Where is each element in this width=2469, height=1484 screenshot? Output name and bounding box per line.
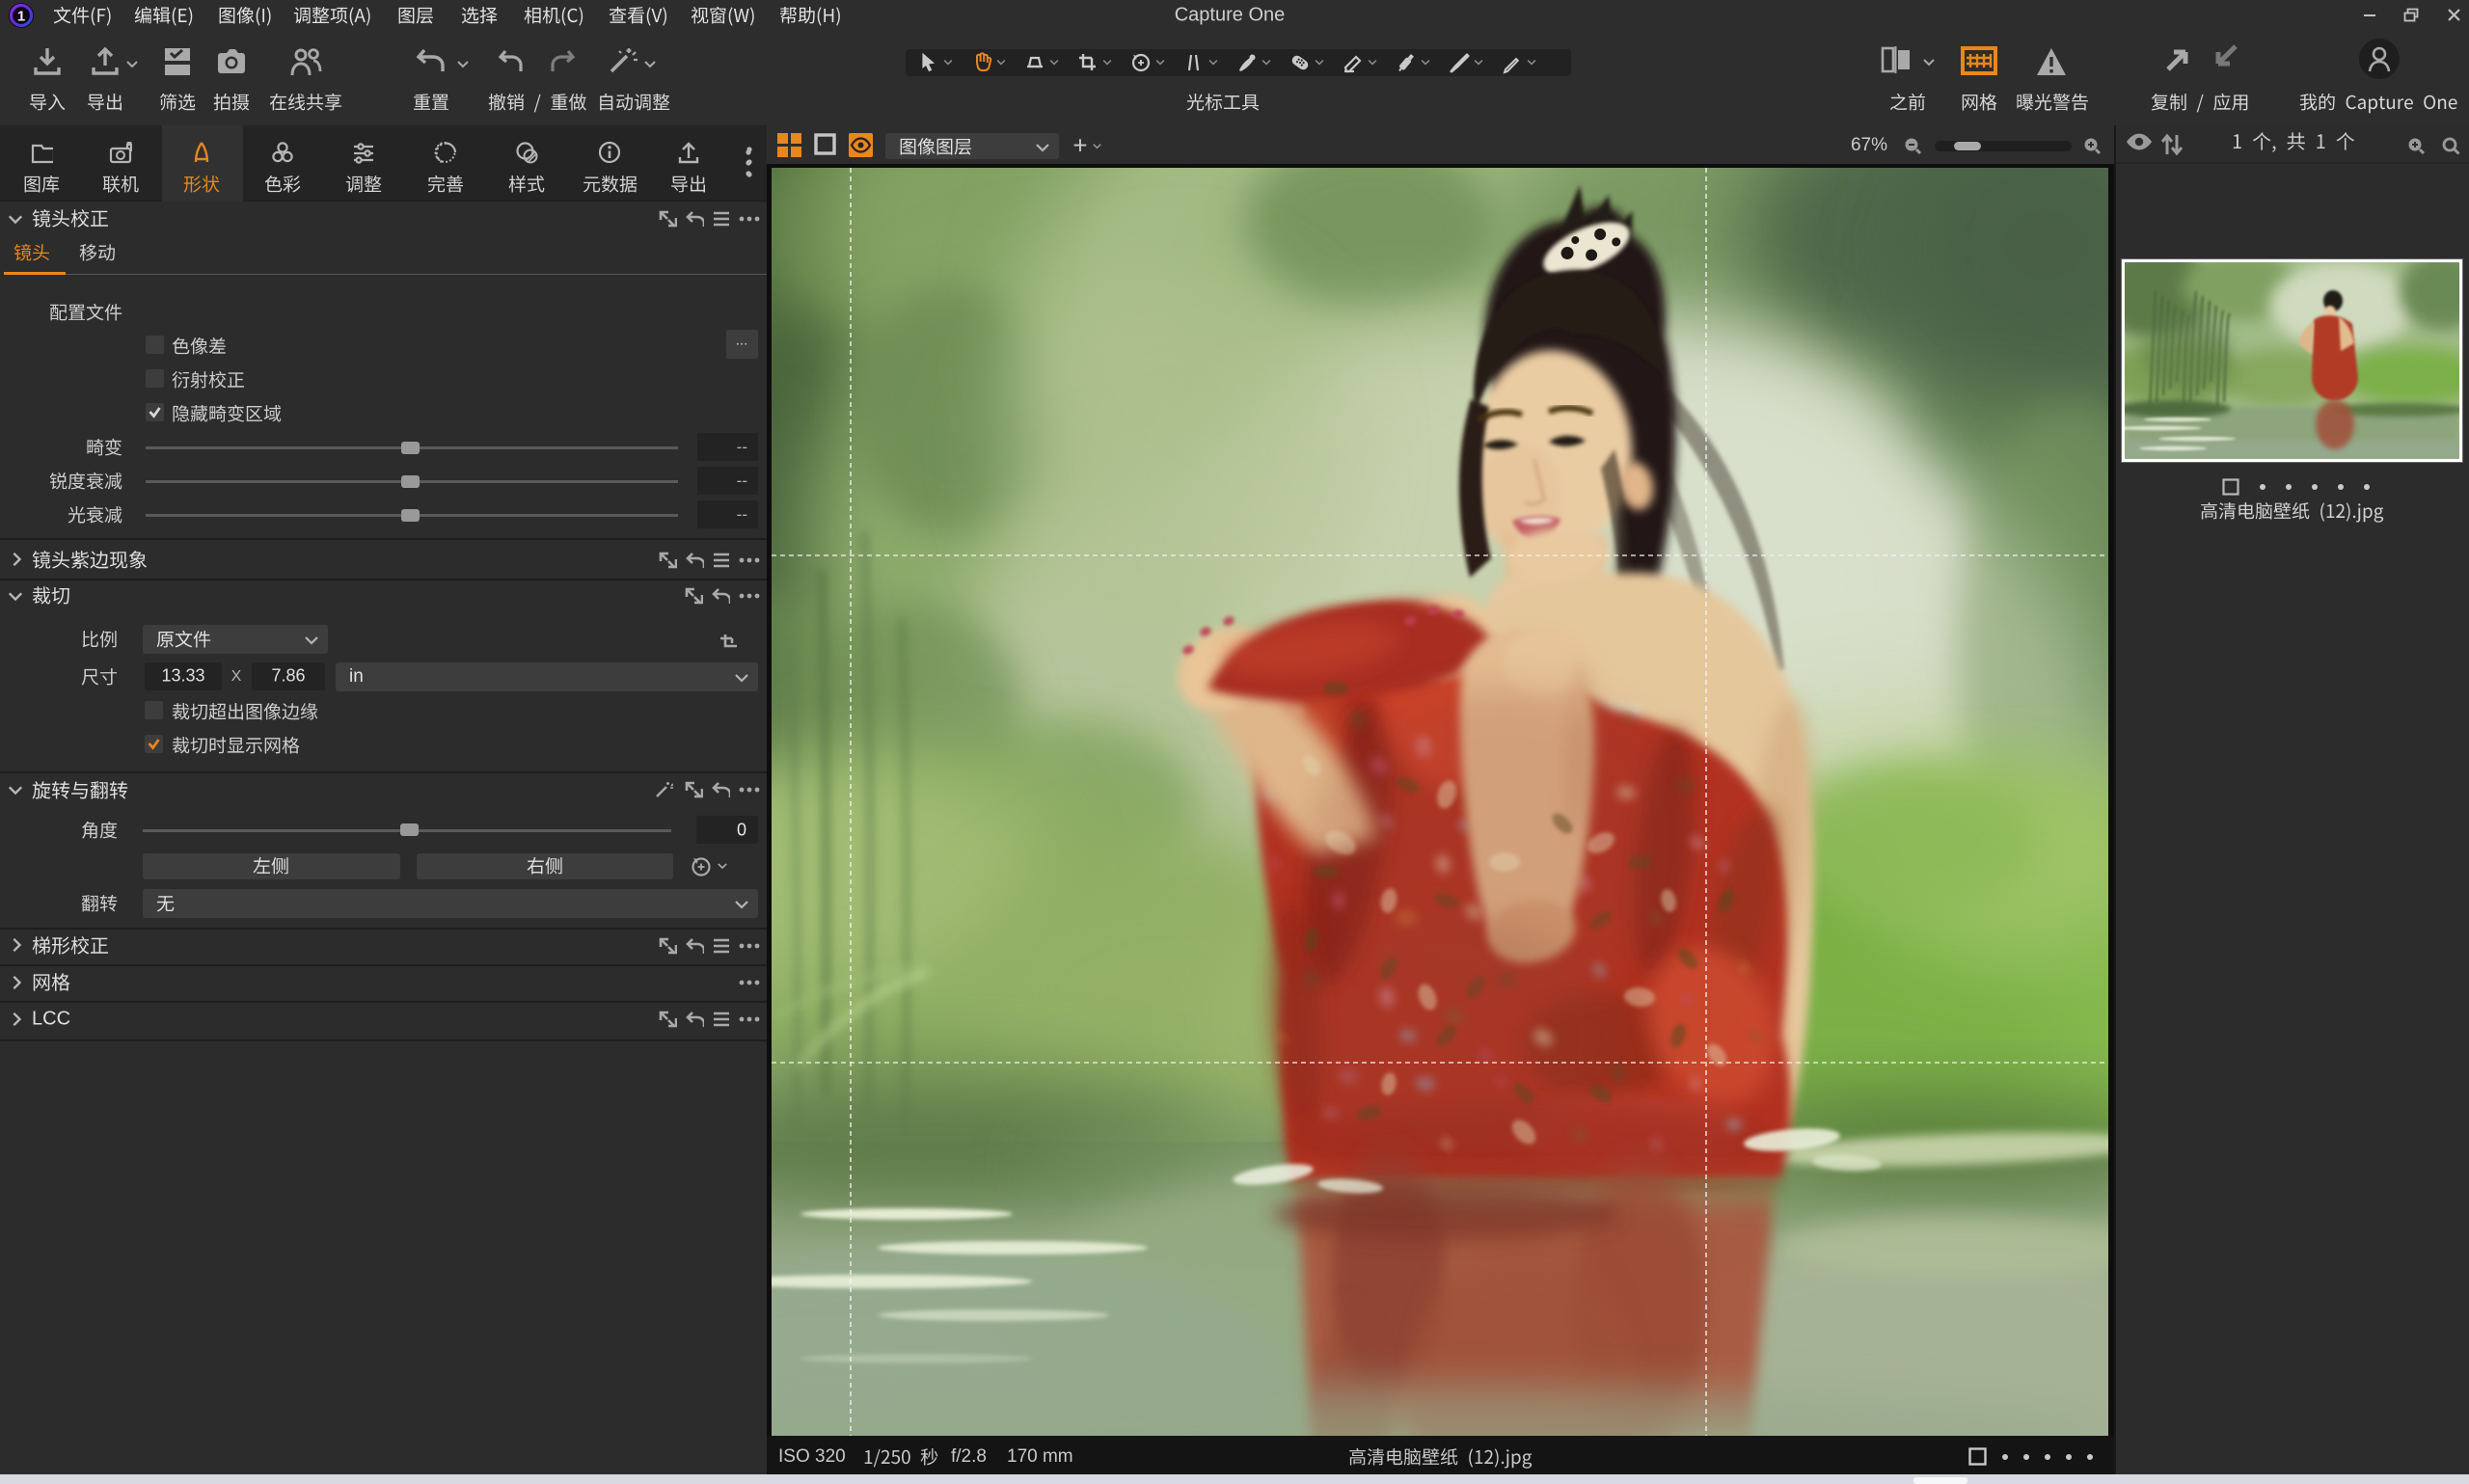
svg-text:1: 1 [17,9,25,25]
